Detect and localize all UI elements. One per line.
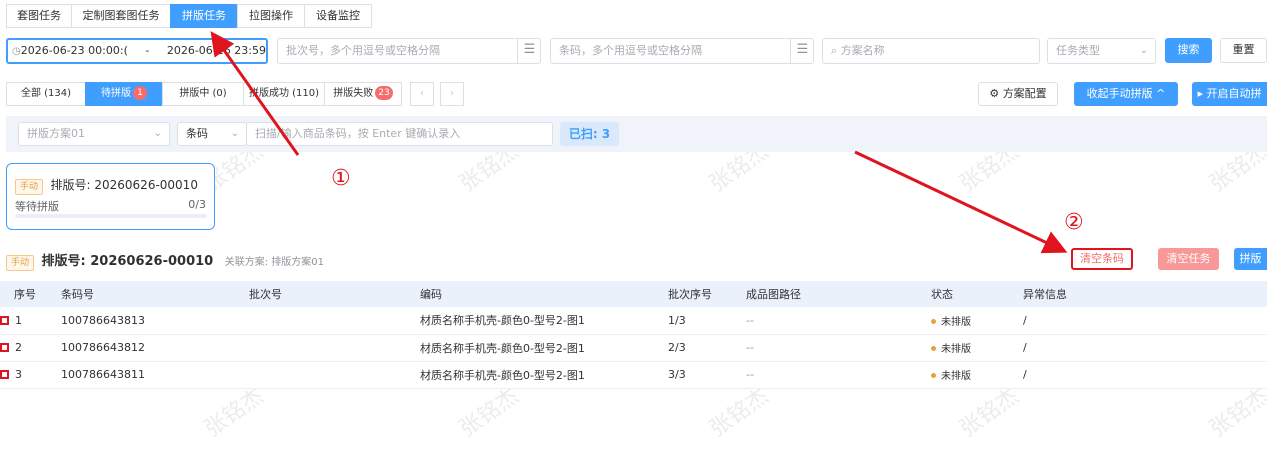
arrow-to-clear-barcode <box>854 150 1068 254</box>
annotation-number-one: ① <box>331 166 351 191</box>
arrow-to-layout-tab <box>210 31 300 156</box>
annotation-number-two: ② <box>1064 210 1084 235</box>
